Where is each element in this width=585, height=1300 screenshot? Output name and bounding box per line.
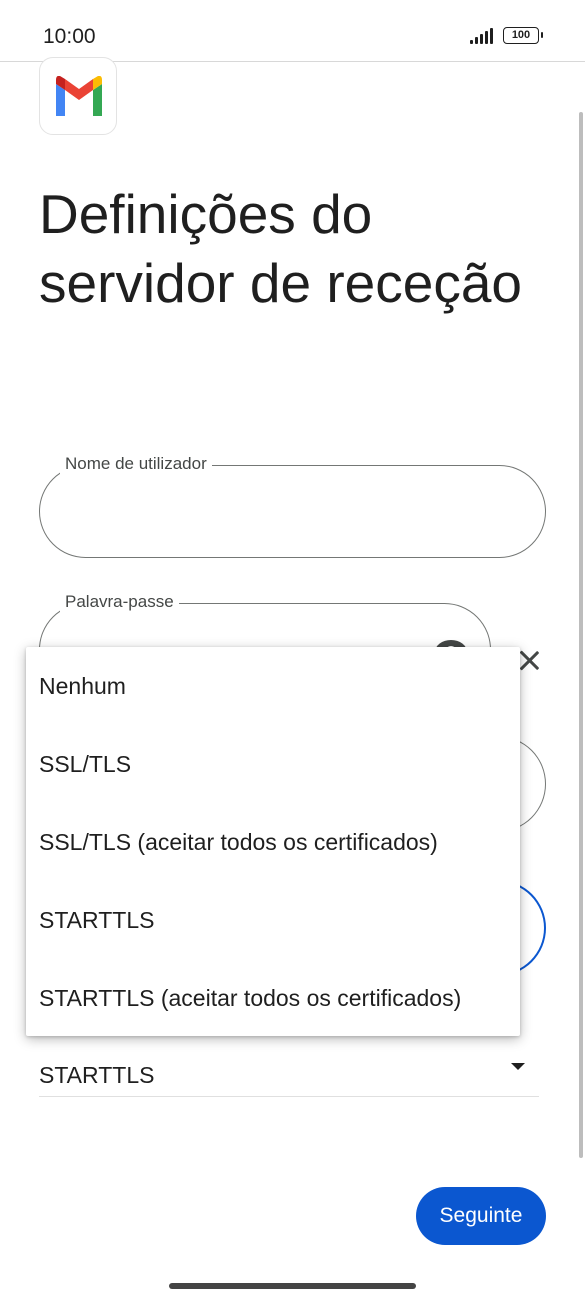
menu-item-ssl-tls[interactable]: SSL/TLS — [26, 725, 520, 803]
status-bar: 10:00 100 — [0, 0, 585, 62]
menu-item-starttls[interactable]: STARTTLS — [26, 881, 520, 959]
username-field[interactable]: Nome de utilizador — [39, 454, 546, 558]
menu-item-starttls-accept-all[interactable]: STARTTLS (aceitar todos os certificados) — [26, 959, 520, 1037]
signal-icon — [470, 28, 496, 44]
menu-item-nenhum[interactable]: Nenhum — [26, 647, 520, 725]
security-type-underline — [39, 1096, 539, 1097]
battery-icon: 100 — [503, 27, 543, 44]
security-options-menu: Nenhum SSL/TLS SSL/TLS (aceitar todos os… — [26, 647, 520, 1036]
scrollbar[interactable] — [579, 112, 583, 1158]
username-label: Nome de utilizador — [60, 454, 212, 474]
home-indicator[interactable] — [169, 1283, 416, 1289]
gmail-logo-icon — [56, 76, 102, 116]
next-button[interactable]: Seguinte — [416, 1187, 546, 1245]
menu-item-ssl-tls-accept-all[interactable]: SSL/TLS (aceitar todos os certificados) — [26, 803, 520, 881]
password-label: Palavra-passe — [60, 592, 179, 612]
page-title: Definições do servidor de receção — [39, 183, 523, 314]
dropdown-arrow-icon[interactable] — [511, 1063, 525, 1070]
status-time: 10:00 — [43, 25, 96, 48]
gmail-logo — [39, 57, 117, 135]
security-type-value[interactable]: STARTTLS — [39, 1062, 154, 1089]
